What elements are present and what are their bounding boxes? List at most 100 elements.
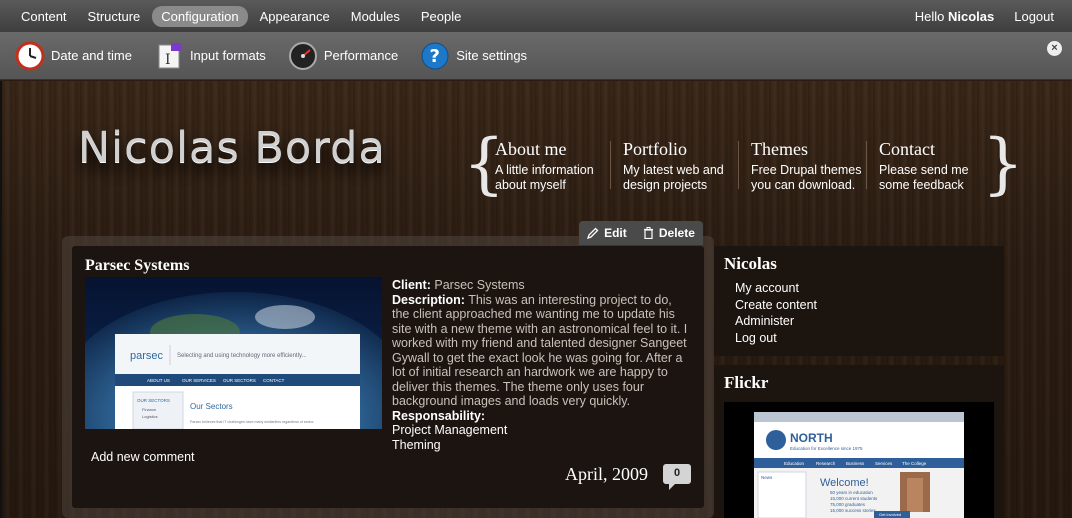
site-title[interactable]: Nicolas Borda [78, 123, 386, 173]
pencil-icon [587, 227, 599, 239]
comment-count-badge[interactable]: 0 [663, 464, 691, 490]
nav-themes[interactable]: Themes Free Drupal themes you can downlo… [751, 139, 866, 193]
flickr-block-title: Flickr [724, 373, 769, 392]
screenshot-nav-item: OUR SERVICES [182, 378, 216, 383]
flickr-shot-button: Get involved [879, 512, 901, 517]
screenshot-sidebar-title: OUR SECTORS [137, 398, 170, 403]
node-tabs: Edit Delete [579, 221, 703, 245]
node-date: April, 2009 [565, 464, 648, 484]
nav-portfolio[interactable]: Portfolio My latest web and design proje… [623, 139, 738, 193]
client-line: Client: Parsec Systems [392, 278, 692, 293]
shortcut-date-and-time[interactable]: Date and time [15, 41, 132, 71]
menu-item-appearance[interactable]: Appearance [251, 6, 339, 27]
nav-title: Themes [751, 139, 808, 159]
hello-text: Hello Nicolas [915, 9, 995, 24]
flickr-shot-fact: 15,000 current students [830, 496, 878, 501]
flickr-shot-logo: NORTH [790, 431, 833, 445]
input-formats-icon: I [154, 41, 184, 71]
nav-desc: A little information about myself [495, 163, 594, 192]
project-details: Client: Parsec Systems Description: This… [392, 278, 692, 452]
flickr-photo[interactable]: NORTH Education for Excellence since 197… [724, 402, 994, 518]
user-block: Nicolas My account Create content Admini… [714, 246, 1004, 356]
logout-sidebar-link[interactable]: Log out [735, 330, 994, 347]
admin-toolbar: Content Structure Configuration Appearan… [0, 0, 1072, 32]
shortcut-input-formats[interactable]: I Input formats [154, 41, 266, 71]
delete-tab-label: Delete [658, 226, 695, 240]
create-content-link[interactable]: Create content [735, 297, 994, 314]
screenshot-body: Parsec believes that IT challenges have … [190, 420, 314, 424]
administer-link[interactable]: Administer [735, 313, 994, 330]
role-item: Project Management [392, 423, 508, 437]
nav-divider [610, 141, 611, 189]
screenshot-heading: Our Sectors [190, 402, 233, 411]
flickr-shot-fact: 50 years in education [830, 490, 873, 495]
add-comment-link[interactable]: Add new comment [91, 450, 195, 464]
screenshot-nav-item: ABOUT US [147, 378, 170, 383]
flickr-shot-nav-item: Research [816, 461, 836, 466]
nav-divider [866, 141, 867, 189]
shortcut-label: Performance [323, 48, 399, 63]
trash-icon [643, 227, 653, 239]
client-label: Client: [392, 278, 431, 292]
help-icon: ? [420, 41, 450, 71]
screenshot-logo: parsec [130, 350, 164, 362]
project-screenshot: parsec Selecting and using technology mo… [85, 277, 382, 429]
close-icon[interactable]: × [1047, 41, 1062, 56]
responsability-label-text: Responsability: [392, 408, 486, 423]
shortcut-site-settings[interactable]: ? Site settings [420, 41, 527, 71]
shortcut-label: Site settings [456, 48, 528, 63]
nav-title: Contact [879, 139, 935, 159]
flickr-shot-nav-item: Education [784, 461, 805, 466]
flickr-shot-tagline: Education for Excellence since 1975 [790, 446, 863, 451]
delete-tab[interactable]: Delete [643, 226, 695, 240]
site-body: Nicolas Borda { About me A little inform… [0, 81, 1072, 518]
flickr-shot-fact: 15,000 success stories [830, 508, 877, 513]
flickr-shot-news-title: News [761, 475, 773, 480]
flickr-shot-fact: 75,000 graduates [830, 502, 866, 507]
shortcut-label: Date and time [51, 48, 132, 63]
screenshot-sidebar-item: Logistics [142, 414, 158, 419]
flickr-shot-nav-item: Services [875, 461, 893, 466]
right-brace-icon: } [982, 125, 1024, 202]
description-line: Description: This was an interesting pro… [392, 293, 692, 409]
hello-prefix: Hello [914, 8, 945, 24]
nav-about-me[interactable]: About me A little information about myse… [495, 139, 610, 193]
description-value: This was an interesting project to do, t… [392, 292, 688, 409]
menu-item-structure[interactable]: Structure [79, 6, 150, 27]
shortcut-performance[interactable]: Performance [288, 41, 398, 71]
logout-link[interactable]: Logout [1014, 9, 1054, 24]
flickr-shot-nav-item: Business [846, 461, 865, 466]
my-account-link[interactable]: My account [735, 280, 994, 297]
description-label: Description: [392, 292, 465, 307]
edit-tab[interactable]: Edit [587, 226, 627, 240]
nav-title: About me [495, 139, 567, 159]
menu-item-configuration[interactable]: Configuration [152, 5, 248, 27]
edit-tab-label: Edit [604, 226, 627, 240]
menu-item-people[interactable]: People [412, 6, 470, 27]
user-area: Hello Nicolas Logout [915, 9, 1072, 24]
gauge-icon [288, 41, 318, 71]
role-item: Theming [392, 437, 441, 452]
client-value: Parsec Systems [434, 278, 525, 292]
shortcut-label: Input formats [189, 48, 266, 63]
admin-menu: Content Structure Configuration Appearan… [0, 5, 473, 27]
user-block-title: Nicolas [724, 254, 777, 273]
nav-desc: My latest web and design projects [623, 163, 724, 192]
svg-text:?: ? [430, 46, 440, 67]
nav-contact[interactable]: Contact Please send me some feedback [879, 139, 994, 193]
screenshot-nav-item: OUR SECTORS [223, 378, 256, 383]
node-title[interactable]: Parsec Systems [85, 257, 189, 275]
menu-item-content[interactable]: Content [12, 6, 76, 27]
flickr-shot-nav-item: The College [902, 461, 927, 466]
user-name-link[interactable]: Nicolas [948, 9, 994, 24]
screenshot-tagline: Selecting and using technology more effi… [177, 353, 307, 359]
shortcuts-bar: Date and time I Input formats Performanc… [0, 32, 1072, 80]
menu-item-modules[interactable]: Modules [342, 6, 409, 27]
nav-divider [738, 141, 739, 189]
nav-title: Portfolio [623, 139, 688, 159]
screenshot-nav-item: CONTACT [263, 378, 285, 383]
nav-desc: Free Drupal themes you can download. [751, 163, 862, 192]
clock-icon [15, 41, 45, 71]
screenshot-sidebar-item: Finance [142, 407, 157, 412]
responsability-label: Responsability: [392, 409, 692, 424]
